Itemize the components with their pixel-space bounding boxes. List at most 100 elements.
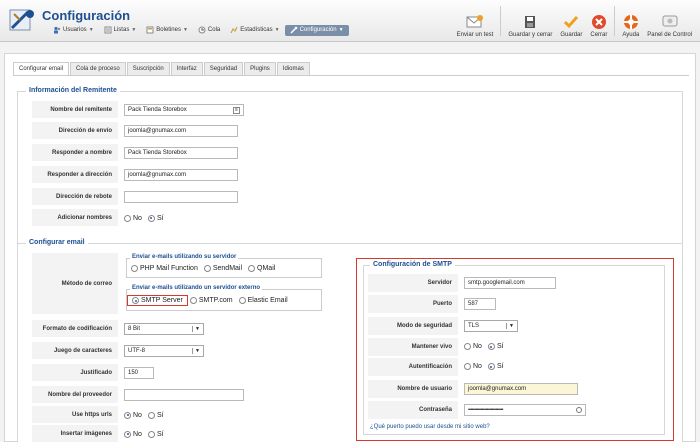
port-input[interactable]: 587: [464, 298, 496, 310]
reply-name-input[interactable]: Pack Tienda Storebox: [124, 147, 238, 159]
tab-cola-proceso[interactable]: Cola de proceso: [70, 62, 126, 75]
menu-boletines[interactable]: Boletines ▼: [141, 25, 193, 36]
auth-si-radio[interactable]: Sí: [487, 363, 504, 370]
https-si-radio[interactable]: Sí: [147, 411, 164, 419]
images-si-radio[interactable]: Sí: [147, 430, 164, 438]
keepalive-no-label: No: [473, 343, 482, 350]
images-row: Insertar imágenes No Sí: [32, 425, 332, 442]
tab-plugins[interactable]: Plugins: [244, 62, 276, 75]
reply-address-row: Responder a dirección joomla@gnumax.com: [32, 166, 292, 184]
smtp-server-radio[interactable]: SMTP Server: [127, 295, 188, 306]
radio-on-icon: [147, 214, 155, 222]
images-no-radio[interactable]: No: [124, 430, 142, 438]
help-button[interactable]: Ayuda: [618, 4, 643, 38]
radio-on-icon: [124, 430, 131, 438]
security-row: Modo de seguridad TLS ▼: [368, 317, 658, 336]
php-mail-radio[interactable]: PHP Mail Function: [131, 265, 198, 272]
queue-icon: [198, 26, 206, 34]
add-names-si-radio[interactable]: Sí: [147, 214, 164, 222]
auth-no-radio[interactable]: No: [464, 363, 482, 370]
sender-name-value: Pack Tienda Storebox: [128, 107, 187, 113]
tab-interfaz[interactable]: Interfaz: [170, 62, 203, 75]
keepalive-si-radio[interactable]: Sí: [487, 343, 504, 350]
menu-estadisticas[interactable]: Estadísticas ▼: [225, 25, 284, 36]
bounce-row: Dirección de rebote: [32, 188, 292, 206]
menu-usuarios[interactable]: Usuarios ▼: [48, 25, 99, 36]
sender-name-label: Nombre del remitente: [32, 101, 118, 119]
smtp-fieldset: Configuración de SMTP Servidor smtp.goog…: [363, 261, 665, 435]
toolbar: Enviar un test Guardar y cerrar Guardar …: [453, 4, 696, 38]
bounce-label: Dirección de rebote: [32, 188, 118, 206]
from-address-input[interactable]: joomla@gnumax.com: [124, 125, 238, 137]
chevron-down-icon: ▼: [88, 27, 94, 33]
close-button[interactable]: Cerrar: [586, 4, 611, 38]
menu-configuracion[interactable]: Configuración ▼: [284, 24, 349, 36]
reveal-password-icon[interactable]: [576, 407, 582, 413]
password-input[interactable]: ••••••••••••••••••••••••••••: [464, 404, 586, 416]
send-test-label: Enviar un test: [456, 32, 494, 38]
charset-row: Juego de caracteres UTF-8 ▼: [32, 342, 332, 360]
control-panel-icon: [662, 15, 678, 27]
save-icon: [525, 16, 536, 28]
radio-on-icon: [487, 363, 495, 370]
smtp-com-label: SMTP.com: [198, 297, 233, 304]
elastic-email-radio[interactable]: Elastic Email: [238, 297, 288, 304]
username-input[interactable]: joomla@gnumax.com: [464, 383, 578, 395]
chevron-down-icon: ▼: [192, 348, 200, 354]
port-label: Puerto: [368, 295, 458, 314]
https-no-radio[interactable]: No: [124, 411, 142, 419]
password-label: Contraseña: [368, 401, 458, 420]
help-label: Ayuda: [622, 32, 640, 38]
save-close-label: Guardar y cerrar: [508, 32, 553, 38]
send-test-button[interactable]: Enviar un test: [453, 4, 498, 38]
menu-listas[interactable]: Listas ▼: [99, 25, 142, 36]
add-names-si-label: Sí: [156, 214, 164, 222]
provider-input[interactable]: [124, 389, 244, 401]
save-button[interactable]: Guardar: [556, 4, 586, 38]
radio-off-icon: [124, 214, 131, 222]
radio-on-icon: [487, 343, 495, 350]
tab-configurar-email[interactable]: Configurar email: [13, 62, 70, 75]
images-no-label: No: [133, 430, 142, 438]
mail-method-label: Método de correo: [32, 253, 118, 315]
justify-input[interactable]: 150: [124, 367, 154, 379]
keepalive-no-radio[interactable]: No: [464, 343, 482, 350]
tab-idiomas[interactable]: Idiomas: [276, 62, 310, 75]
encoding-select[interactable]: 8 Bit ▼: [124, 323, 204, 335]
smtp-com-radio[interactable]: SMTP.com: [189, 297, 233, 304]
charset-select[interactable]: UTF-8 ▼: [124, 345, 204, 357]
qmail-radio[interactable]: QMail: [248, 265, 275, 272]
reply-address-input[interactable]: joomla@gnumax.com: [124, 169, 238, 181]
add-names-no-label: No: [133, 214, 142, 222]
keepalive-si-label: Sí: [496, 343, 504, 350]
images-si-label: Sí: [156, 430, 164, 438]
smtp-server-input[interactable]: smtp.googlemail.com: [464, 277, 556, 289]
close-label: Cerrar: [590, 32, 608, 38]
radio-on-icon: [132, 297, 139, 304]
page-title: Configuración: [42, 8, 131, 23]
toolbar-divider: [614, 6, 616, 36]
save-close-button[interactable]: Guardar y cerrar: [504, 4, 556, 38]
auth-no-label: No: [473, 363, 482, 370]
provider-row: Nombre del proveedor: [32, 386, 332, 404]
reply-name-row: Responder a nombre Pack Tienda Storebox: [32, 144, 292, 162]
smtp-highlight-box: Configuración de SMTP Servidor smtp.goog…: [356, 258, 674, 441]
bounce-input[interactable]: [124, 191, 238, 203]
port-help-link[interactable]: ¿Qué puerto puedo usar desde mi sitio we…: [370, 424, 490, 430]
auth-row: Autentificación No Sí: [368, 358, 658, 377]
config-panel: Configurar email Cola de proceso Suscrip…: [4, 53, 696, 442]
menu-cola[interactable]: Cola: [193, 25, 225, 36]
sender-name-input[interactable]: Pack Tienda Storebox ≡: [124, 104, 244, 116]
email-fieldset: Configurar email Método de correo Enviar…: [17, 239, 683, 442]
tab-seguridad[interactable]: Seguridad: [203, 62, 244, 75]
tab-suscripcion[interactable]: Suscripción: [126, 62, 170, 75]
provider-label: Nombre del proveedor: [32, 386, 118, 404]
username-row: Nombre de usuario joomla@gnumax.com: [368, 380, 658, 399]
encoding-row: Formato de codificación 8 Bit ▼: [32, 320, 332, 338]
security-select[interactable]: TLS ▼: [464, 320, 518, 332]
add-names-no-radio[interactable]: No: [124, 214, 142, 222]
expand-field-icon[interactable]: ≡: [233, 106, 240, 114]
main-menu: Usuarios ▼ Listas ▼ Boletines ▼ Cola Estadí…: [48, 24, 349, 36]
control-panel-button[interactable]: Panel de Control: [643, 4, 696, 38]
sendmail-radio[interactable]: SendMail: [203, 265, 242, 272]
